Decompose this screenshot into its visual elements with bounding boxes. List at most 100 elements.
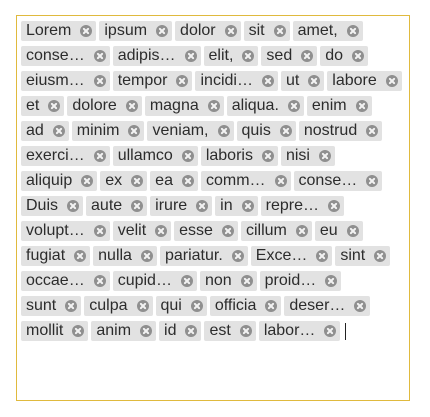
- remove-tag-icon[interactable]: [366, 125, 379, 137]
- remove-tag-icon[interactable]: [81, 175, 94, 187]
- remove-tag-icon[interactable]: [273, 25, 286, 37]
- remove-tag-icon[interactable]: [374, 250, 387, 262]
- remove-tag-icon[interactable]: [185, 325, 198, 337]
- remove-tag-icon[interactable]: [231, 250, 244, 262]
- remove-tag-icon[interactable]: [295, 225, 308, 237]
- tag-label: labor…: [263, 322, 316, 339]
- tag-label: Duis: [26, 197, 59, 214]
- remove-tag-icon[interactable]: [93, 225, 106, 237]
- remove-tag-icon[interactable]: [239, 325, 252, 337]
- remove-tag-icon[interactable]: [93, 75, 106, 87]
- tag-label: do: [325, 47, 344, 64]
- remove-tag-icon[interactable]: [190, 300, 203, 312]
- remove-tag-icon[interactable]: [354, 300, 367, 312]
- tag-label: esse: [179, 222, 213, 239]
- tag-label: pariatur.: [164, 247, 223, 264]
- tag-label: quis: [241, 122, 271, 139]
- remove-tag-icon[interactable]: [93, 150, 106, 162]
- tag-label: Lorem: [26, 22, 72, 39]
- remove-tag-icon[interactable]: [346, 25, 359, 37]
- remove-tag-icon[interactable]: [131, 200, 144, 212]
- remove-tag-icon[interactable]: [301, 50, 314, 62]
- tag-label: incidi…: [200, 72, 253, 89]
- remove-tag-icon[interactable]: [131, 175, 144, 187]
- tag-chip: dolore: [67, 96, 142, 116]
- remove-tag-icon[interactable]: [74, 250, 87, 262]
- remove-tag-icon[interactable]: [265, 300, 278, 312]
- remove-tag-icon[interactable]: [217, 125, 230, 137]
- tag-chip: aliqua.: [226, 96, 304, 116]
- remove-tag-icon[interactable]: [308, 75, 321, 87]
- tag-chip: dolor: [175, 21, 241, 41]
- remove-tag-icon[interactable]: [325, 275, 338, 287]
- remove-tag-icon[interactable]: [156, 25, 169, 37]
- tag-label: eiusm…: [26, 72, 85, 89]
- tag-label: conse…: [298, 172, 358, 189]
- remove-tag-icon[interactable]: [261, 150, 274, 162]
- tag-label: qui: [160, 297, 182, 314]
- remove-tag-icon[interactable]: [352, 50, 365, 62]
- tag-label: fugiat: [26, 247, 66, 264]
- remove-tag-icon[interactable]: [155, 225, 168, 237]
- tag-chip: eiusm…: [21, 71, 110, 91]
- remove-tag-icon[interactable]: [180, 275, 193, 287]
- tag-chip: minim: [71, 121, 145, 141]
- remove-tag-icon[interactable]: [181, 175, 194, 187]
- remove-tag-icon[interactable]: [196, 200, 209, 212]
- remove-tag-icon[interactable]: [93, 275, 106, 287]
- remove-tag-icon[interactable]: [261, 75, 274, 87]
- remove-tag-icon[interactable]: [279, 125, 292, 137]
- remove-tag-icon[interactable]: [128, 125, 141, 137]
- remove-tag-icon[interactable]: [224, 25, 237, 37]
- remove-tag-icon[interactable]: [72, 325, 85, 337]
- tag-chip: ullamco: [112, 146, 198, 166]
- tag-chip: aute: [86, 196, 148, 216]
- remove-tag-icon[interactable]: [207, 100, 220, 112]
- remove-tag-icon[interactable]: [48, 100, 61, 112]
- remove-tag-icon[interactable]: [274, 175, 287, 187]
- tag-chip: repre…: [260, 196, 344, 216]
- tag-chip: do: [320, 46, 369, 66]
- tag-chip: cupid…: [112, 271, 197, 291]
- remove-tag-icon[interactable]: [240, 275, 253, 287]
- remove-tag-icon[interactable]: [125, 100, 138, 112]
- remove-tag-icon[interactable]: [67, 200, 80, 212]
- remove-tag-icon[interactable]: [176, 75, 189, 87]
- tag-chip: pariatur.: [159, 246, 248, 266]
- remove-tag-icon[interactable]: [346, 225, 359, 237]
- tag-chip: culpa: [84, 296, 153, 316]
- tag-label: id: [164, 322, 177, 339]
- tag-chip: officia: [209, 296, 282, 316]
- remove-tag-icon[interactable]: [242, 50, 255, 62]
- tag-label: ea: [155, 172, 173, 189]
- remove-tag-icon[interactable]: [80, 25, 93, 37]
- remove-tag-icon[interactable]: [318, 150, 331, 162]
- remove-tag-icon[interactable]: [140, 250, 153, 262]
- remove-tag-icon[interactable]: [327, 200, 340, 212]
- remove-tag-icon[interactable]: [385, 75, 398, 87]
- remove-tag-icon[interactable]: [316, 250, 329, 262]
- tag-text-input[interactable]: [343, 321, 364, 341]
- remove-tag-icon[interactable]: [65, 300, 78, 312]
- remove-tag-icon[interactable]: [136, 300, 149, 312]
- tag-label: adipis…: [117, 47, 176, 64]
- remove-tag-icon[interactable]: [184, 50, 197, 62]
- remove-tag-icon[interactable]: [287, 100, 300, 112]
- tag-label: mollit: [26, 322, 64, 339]
- remove-tag-icon[interactable]: [241, 200, 254, 212]
- remove-tag-icon[interactable]: [181, 150, 194, 162]
- tag-chip: fugiat: [21, 246, 91, 266]
- remove-tag-icon[interactable]: [93, 50, 106, 62]
- tag-chip: adipis…: [112, 46, 201, 66]
- remove-tag-icon[interactable]: [221, 225, 234, 237]
- tag-label: nulla: [98, 247, 132, 264]
- tag-chip: ad: [21, 121, 69, 141]
- tag-input-box[interactable]: Lorem ipsum dolor sit amet, conse… adipis… elit…: [16, 15, 410, 401]
- remove-tag-icon[interactable]: [355, 100, 368, 112]
- remove-tag-icon[interactable]: [140, 325, 153, 337]
- remove-tag-icon[interactable]: [324, 325, 337, 337]
- tag-label: in: [220, 197, 233, 214]
- remove-tag-icon[interactable]: [366, 175, 379, 187]
- remove-tag-icon[interactable]: [52, 125, 65, 137]
- tag-label: aliqua.: [231, 97, 279, 114]
